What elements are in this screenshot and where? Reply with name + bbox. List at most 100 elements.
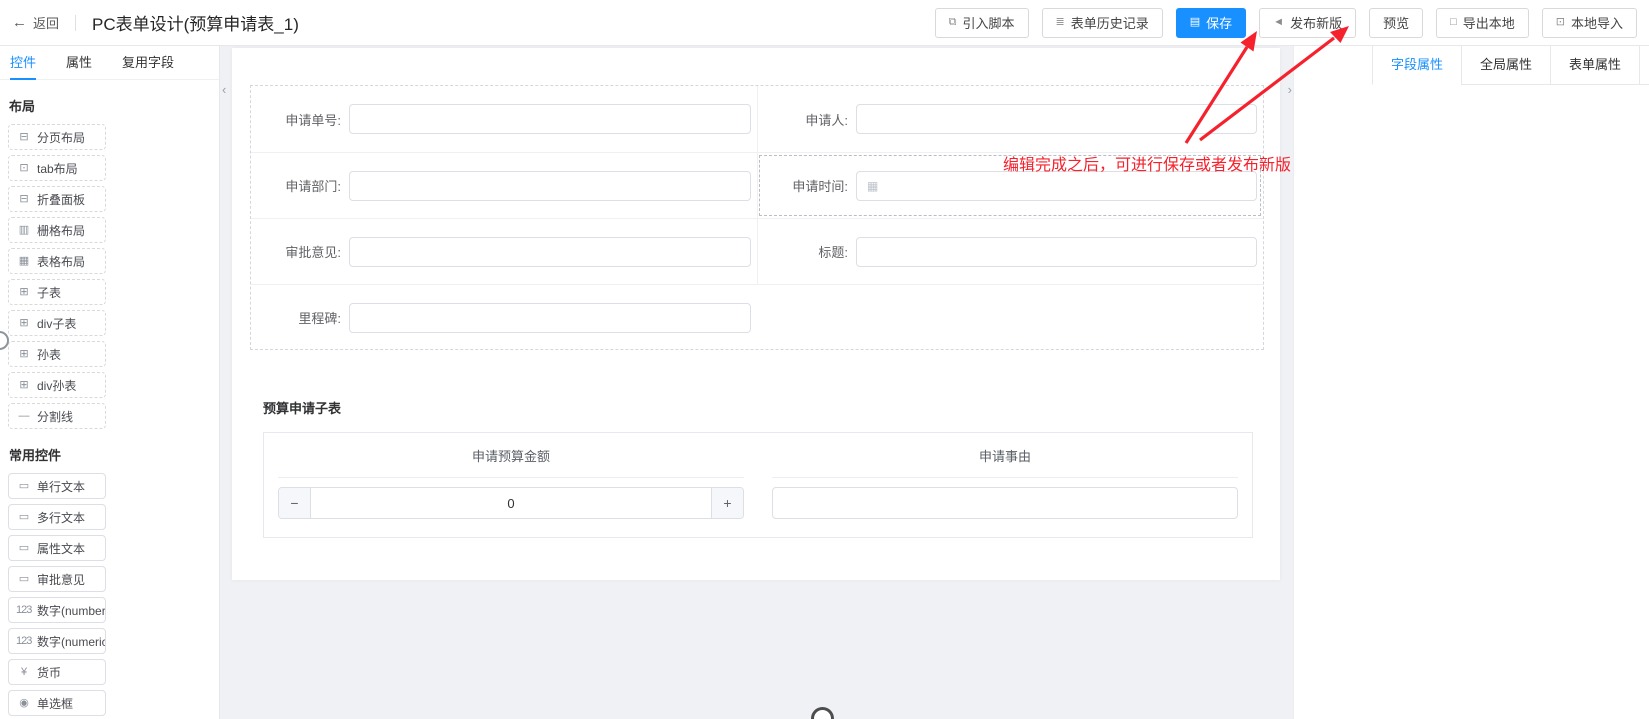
- back-label: 返回: [33, 16, 60, 31]
- budget-amount-stepper[interactable]: − 0 +: [278, 487, 744, 519]
- header-actions: ⧉ 引入脚本 ≣ 表单历史记录 ▤ 保存 ◄ 发布新版 预览 □ 导出本地 ⊡ …: [934, 7, 1637, 38]
- applicant-input[interactable]: [856, 104, 1257, 134]
- field-apply-number[interactable]: 申请单号:: [251, 86, 757, 152]
- subform-row: − 0 +: [264, 478, 1252, 519]
- stepper-value[interactable]: 0: [311, 488, 711, 518]
- control-palette-panel: 控件 属性 复用字段 布局 ⊟ 分页布局 ⊡ tab布局 ⊟ 折叠面板 ▥ 栅格…: [0, 46, 220, 719]
- properties-panel: 字段属性 全局属性 表单属性: [1293, 46, 1649, 719]
- button-label: 预览: [1383, 16, 1410, 31]
- subtable-icon: ⊞: [19, 285, 28, 298]
- control-item-tab-layout[interactable]: ⊡ tab布局: [8, 155, 106, 181]
- control-item-approval-opinion[interactable]: ▭ 审批意见: [8, 566, 106, 592]
- control-label: div子表: [37, 316, 77, 331]
- apply-department-input[interactable]: [349, 170, 751, 201]
- approval-opinion-input[interactable]: [349, 236, 751, 267]
- field-label: 申请单号:: [285, 112, 341, 128]
- tab-field-properties[interactable]: 字段属性: [1372, 46, 1462, 85]
- budget-subform-table[interactable]: 申请预算金额 申请事由 − 0 +: [263, 432, 1253, 538]
- field-apply-department[interactable]: 申请部门:: [251, 153, 757, 218]
- stepper-increase-button[interactable]: +: [711, 488, 743, 518]
- tab-global-properties[interactable]: 全局属性: [1461, 46, 1551, 84]
- save-icon: ▤: [1189, 16, 1201, 28]
- import-icon: ⊡: [1555, 16, 1565, 28]
- table-layout-icon: ▦: [18, 254, 29, 267]
- control-label: 数字(numeric): [37, 634, 106, 649]
- form-design-region[interactable]: 申请单号: 申请人: 申请部门: 申请时间: ▦ 审批意见: 标题: 里程碑:: [250, 85, 1264, 350]
- field-milestone[interactable]: 里程碑:: [251, 285, 757, 350]
- back-button[interactable]: ← 返回: [12, 13, 59, 32]
- field-label: 里程碑:: [298, 311, 341, 326]
- control-label: 单选框: [37, 696, 74, 711]
- field-label: 审批意见:: [285, 245, 341, 260]
- button-label: 表单历史记录: [1070, 16, 1149, 31]
- common-controls-grid: ▭ 单行文本 ▭ 多行文本 ▭ 属性文本 ▭ 审批意见 123 数字(numbe…: [0, 473, 219, 719]
- tab-controls[interactable]: 控件: [10, 47, 37, 80]
- title-input[interactable]: [856, 236, 1257, 267]
- control-label: 分割线: [37, 409, 74, 424]
- publish-new-version-button[interactable]: ◄ 发布新版: [1259, 7, 1357, 38]
- empty-cell[interactable]: [757, 285, 1263, 350]
- local-import-button[interactable]: ⊡ 本地导入: [1541, 7, 1637, 38]
- numeric-icon: 123: [16, 634, 32, 647]
- header: ← 返回 PC表单设计(预算申请表_1) ⧉ 引入脚本 ≣ 表单历史记录 ▤ 保…: [0, 0, 1649, 46]
- field-label: 申请时间:: [792, 179, 848, 194]
- control-item-divider-line[interactable]: — 分割线: [8, 403, 106, 429]
- control-item-number[interactable]: 123 数字(number): [8, 597, 106, 623]
- history-list-icon: ≣: [1055, 16, 1065, 28]
- control-item-div-subtable[interactable]: ⊞ div子表: [8, 310, 106, 336]
- tab-reused-fields[interactable]: 复用字段: [122, 47, 174, 79]
- milestone-input[interactable]: [349, 302, 751, 333]
- control-item-multi-line-text[interactable]: ▭ 多行文本: [8, 504, 106, 530]
- control-item-paging-layout[interactable]: ⊟ 分页布局: [8, 124, 106, 150]
- grid-layout-icon: ▥: [18, 223, 29, 236]
- import-script-button[interactable]: ⧉ 引入脚本: [934, 7, 1029, 38]
- radio-icon: ◉: [19, 696, 29, 709]
- collapse-left-panel-icon[interactable]: ‹: [222, 82, 226, 97]
- control-label: 单行文本: [37, 479, 86, 494]
- paging-layout-icon: ⊟: [19, 130, 28, 143]
- apply-time-input[interactable]: ▦: [856, 170, 1257, 201]
- field-title[interactable]: 标题:: [757, 219, 1263, 284]
- control-item-grid-layout[interactable]: ▥ 栅格布局: [8, 217, 106, 243]
- button-label: 引入脚本: [962, 16, 1015, 31]
- preview-button[interactable]: 预览: [1369, 7, 1424, 38]
- field-label: 申请人:: [805, 112, 848, 128]
- control-item-attribute-text[interactable]: ▭ 属性文本: [8, 535, 106, 561]
- control-item-single-line-text[interactable]: ▭ 单行文本: [8, 473, 106, 499]
- save-button[interactable]: ▤ 保存: [1175, 7, 1247, 38]
- field-applicant[interactable]: 申请人:: [757, 86, 1263, 152]
- control-item-div-grandchild-table[interactable]: ⊞ div孙表: [8, 372, 106, 398]
- apply-number-input[interactable]: [349, 104, 751, 134]
- export-icon: □: [1450, 16, 1457, 28]
- back-arrow-icon: ←: [12, 14, 27, 31]
- control-item-radio[interactable]: ◉ 单选框: [8, 690, 106, 716]
- div-subtable-icon: ⊞: [19, 316, 28, 329]
- properties-tabs: 字段属性 全局属性 表单属性: [1372, 46, 1649, 85]
- tab-form-properties[interactable]: 表单属性: [1550, 46, 1641, 84]
- stepper-decrease-button[interactable]: −: [279, 488, 311, 518]
- control-label: 孙表: [37, 347, 62, 362]
- multi-line-text-icon: ▭: [18, 510, 29, 523]
- tab-properties[interactable]: 属性: [66, 47, 92, 79]
- column-header-apply-reason: 申请事由: [772, 446, 1238, 478]
- control-item-currency[interactable]: ¥ 货币: [8, 659, 106, 685]
- control-item-collapse-panel[interactable]: ⊟ 折叠面板: [8, 186, 106, 212]
- control-label: 数字(number): [37, 603, 106, 618]
- control-item-grandchild-table[interactable]: ⊞ 孙表: [8, 341, 106, 367]
- control-item-subtable[interactable]: ⊞ 子表: [8, 279, 106, 305]
- control-label: div孙表: [37, 378, 77, 393]
- section-title-layout: 布局: [9, 99, 36, 114]
- control-item-table-layout[interactable]: ▦ 表格布局: [8, 248, 106, 274]
- field-approval-opinion[interactable]: 审批意见:: [251, 219, 757, 284]
- control-label: 审批意见: [37, 572, 86, 587]
- export-local-button[interactable]: □ 导出本地: [1436, 7, 1529, 38]
- control-label: 货币: [37, 665, 62, 680]
- button-label: 发布新版: [1290, 16, 1343, 31]
- collapse-right-panel-icon[interactable]: ›: [1288, 82, 1292, 97]
- form-history-button[interactable]: ≣ 表单历史记录: [1041, 7, 1163, 38]
- control-label: 折叠面板: [37, 192, 86, 207]
- button-label: 导出本地: [1462, 16, 1515, 31]
- apply-reason-input[interactable]: [772, 487, 1238, 519]
- button-label: 本地导入: [1570, 16, 1623, 31]
- control-item-numeric[interactable]: 123 数字(numeric): [8, 628, 106, 654]
